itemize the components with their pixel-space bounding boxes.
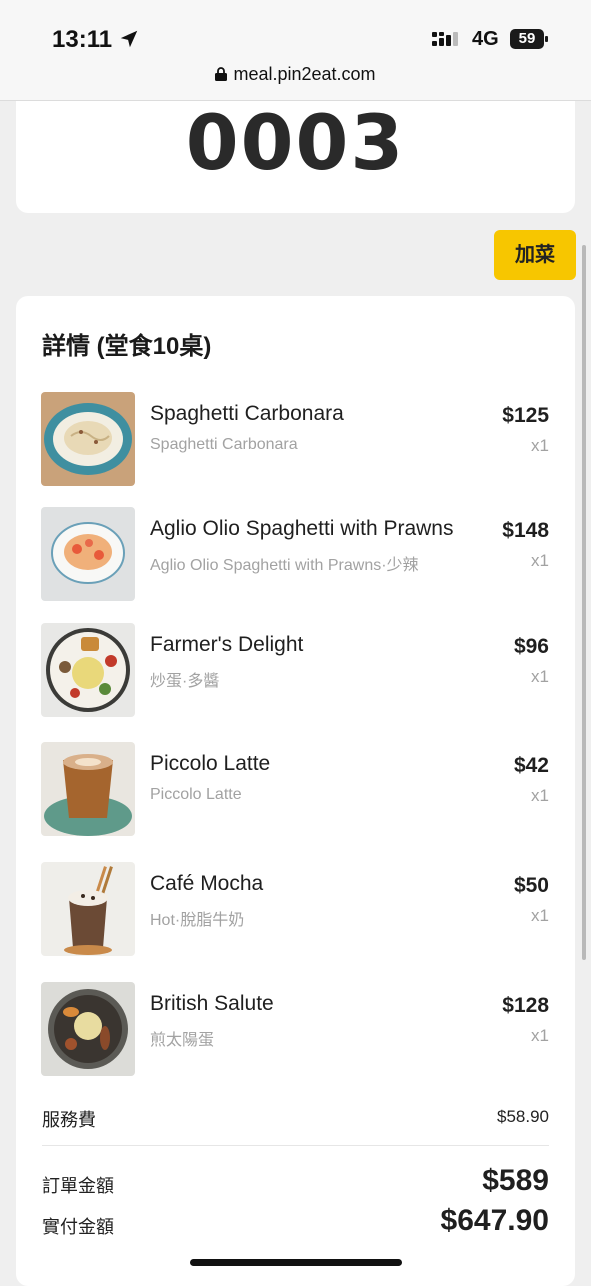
order-details-card: 詳情 (堂食10桌) Spaghetti Carbonara Spaghetti… — [16, 296, 575, 1286]
order-total-value: $589 — [482, 1164, 549, 1197]
service-charge-label: 服務費 — [42, 1110, 96, 1130]
item-options: 炒蛋·多醬 — [150, 673, 220, 690]
item-thumbnail — [41, 507, 135, 601]
item-price: $42 — [513, 754, 549, 777]
item-thumbnail — [41, 623, 135, 717]
scrollbar[interactable] — [582, 245, 586, 960]
order-item[interactable]: British Salute 煎太陽蛋 $128 x1 — [16, 982, 575, 1082]
item-price: $125 — [502, 404, 549, 427]
item-quantity: x1 — [531, 436, 549, 455]
service-charge-value: $58.90 — [497, 1107, 549, 1126]
item-quantity: x1 — [531, 786, 549, 805]
item-name: Café Mocha — [150, 872, 264, 895]
order-item[interactable]: Farmer's Delight 炒蛋·多醬 $96 x1 — [16, 623, 575, 723]
item-price: $50 — [513, 874, 549, 897]
network-type: 4G — [472, 28, 499, 50]
item-name: Spaghetti Carbonara — [150, 402, 344, 425]
item-options: Hot·脫脂牛奶 — [150, 912, 245, 929]
queue-number: 0003 — [185, 98, 406, 187]
divider — [42, 1145, 549, 1146]
url-text: meal.pin2eat.com — [233, 64, 376, 84]
item-quantity: x1 — [531, 1026, 549, 1045]
paid-total-value: $647.90 — [440, 1204, 549, 1237]
home-indicator[interactable] — [190, 1259, 402, 1266]
item-options: Aglio Olio Spaghetti with Prawns·少辣 — [150, 557, 419, 574]
item-quantity: x1 — [531, 667, 549, 686]
status-time: 13:11 — [52, 26, 113, 53]
item-price: $128 — [502, 994, 549, 1017]
item-thumbnail — [41, 862, 135, 956]
browser-top-bar: 13:11 4G 59 meal.pin2eat.com — [0, 0, 591, 101]
item-quantity: x1 — [531, 906, 549, 925]
item-options: Piccolo Latte — [150, 786, 242, 803]
item-name: British Salute — [150, 992, 274, 1015]
order-item[interactable]: Spaghetti Carbonara Spaghetti Carbonara … — [16, 392, 575, 492]
item-options: Spaghetti Carbonara — [150, 436, 298, 453]
item-options: 煎太陽蛋 — [150, 1032, 215, 1049]
item-price: $96 — [513, 635, 549, 658]
order-item[interactable]: Aglio Olio Spaghetti with Prawns Aglio O… — [16, 507, 575, 607]
location-arrow-icon — [120, 30, 138, 48]
item-quantity: x1 — [531, 551, 549, 570]
item-name: Farmer's Delight — [150, 633, 304, 656]
battery-level: 59 — [518, 30, 536, 47]
cellular-signal-icon — [432, 32, 458, 46]
item-thumbnail — [41, 982, 135, 1076]
item-price: $148 — [502, 519, 549, 542]
item-thumbnail — [41, 392, 135, 486]
lock-icon — [215, 67, 228, 81]
details-title: 詳情 (堂食10桌) — [42, 333, 212, 360]
item-thumbnail — [41, 742, 135, 836]
order-item[interactable]: Piccolo Latte Piccolo Latte $42 x1 — [16, 742, 575, 842]
order-total-label: 訂單金額 — [42, 1176, 114, 1196]
add-dish-button[interactable]: 加菜 — [494, 230, 576, 280]
item-name: Aglio Olio Spaghetti with Prawns — [150, 517, 454, 540]
item-name: Piccolo Latte — [150, 752, 271, 775]
paid-total-label: 實付金額 — [42, 1217, 114, 1237]
order-item[interactable]: Café Mocha Hot·脫脂牛奶 $50 x1 — [16, 862, 575, 962]
url-bar[interactable]: meal.pin2eat.com — [0, 64, 591, 85]
